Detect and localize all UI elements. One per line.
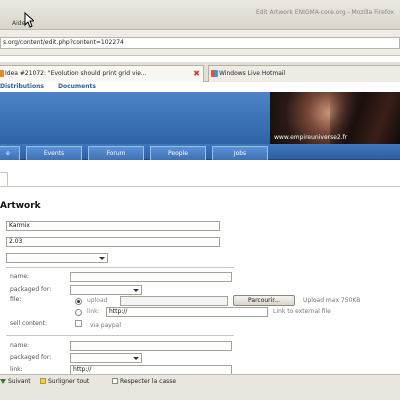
find-bar: Suivant Surligner tout Respecter la cass… bbox=[0, 374, 400, 400]
category-select[interactable] bbox=[6, 253, 108, 263]
address-bar[interactable]: s.org/content/edit.php?content=102274 bbox=[0, 37, 400, 49]
packaged-for-select[interactable] bbox=[70, 285, 142, 295]
close-tab-icon[interactable]: ✖ bbox=[193, 66, 200, 82]
divider bbox=[6, 267, 234, 268]
name-label: name: bbox=[10, 342, 30, 349]
link-external-note: Link to external file bbox=[273, 308, 331, 315]
paypal-checkbox[interactable] bbox=[75, 320, 82, 327]
banner-credit[interactable]: www.empireuniverse2.fr bbox=[274, 134, 347, 141]
packaged-label: packaged for: bbox=[10, 354, 52, 361]
site-banner: www.empireuniverse2.fr bbox=[0, 92, 400, 144]
highlighter-icon bbox=[40, 378, 46, 384]
tab-label: Windows Live Hotmail bbox=[219, 70, 286, 77]
site-subnav: Distributions Documents bbox=[0, 82, 400, 92]
title-input[interactable]: Karmix bbox=[6, 221, 220, 231]
chevron-down-icon bbox=[133, 289, 139, 292]
upload-file-path[interactable] bbox=[120, 296, 228, 306]
checkbox-icon bbox=[112, 378, 118, 384]
divider bbox=[0, 186, 400, 187]
divider bbox=[6, 335, 234, 336]
favicon-icon bbox=[0, 70, 4, 77]
chevron-down-icon bbox=[99, 257, 105, 260]
name-label: name: bbox=[10, 273, 30, 280]
nav-tab-jobs[interactable]: Jobs bbox=[212, 146, 268, 160]
version-input[interactable]: 2.03 bbox=[6, 237, 220, 247]
navigation-toolbar: s.org/content/edit.php?content=102274 bbox=[0, 30, 400, 56]
sell-content-label: sell content: bbox=[10, 320, 48, 327]
link-radio[interactable] bbox=[75, 309, 82, 316]
find-next-button[interactable]: Suivant bbox=[0, 378, 31, 385]
window-title: Edit Artwork ENIGMA-core.org - Mozilla F… bbox=[255, 9, 394, 16]
nav-tab-events[interactable]: Events bbox=[26, 146, 82, 160]
page-title: Artwork bbox=[0, 201, 41, 211]
chevron-down-icon bbox=[133, 357, 139, 360]
browse-button[interactable]: Parcourir... bbox=[233, 295, 295, 306]
arrow-down-icon bbox=[0, 379, 6, 384]
file-label: file: bbox=[10, 296, 22, 303]
upload-radio[interactable] bbox=[75, 298, 82, 305]
nav-tab-people[interactable]: People bbox=[150, 146, 206, 160]
browser-tab-strip: Idea #21072: "Evolution should print gri… bbox=[0, 62, 400, 82]
paypal-label: via paypal bbox=[90, 322, 121, 329]
window-titlebar: Edit Artwork ENIGMA-core.org - Mozilla F… bbox=[0, 0, 400, 30]
highlight-all-button[interactable]: Surligner tout bbox=[40, 378, 89, 385]
browser-tab-idea[interactable]: Idea #21072: "Evolution should print gri… bbox=[0, 65, 204, 82]
link-url-input[interactable]: http:// bbox=[106, 307, 268, 317]
packaged-for-select-2[interactable] bbox=[70, 353, 142, 363]
nav-link-documents[interactable]: Documents bbox=[58, 83, 96, 90]
file-name-input-2[interactable] bbox=[70, 341, 232, 351]
subtab-edge[interactable] bbox=[0, 172, 8, 186]
nav-link-distributions[interactable]: Distributions bbox=[0, 83, 44, 90]
tab-label: Idea #21072: "Evolution should print gri… bbox=[5, 70, 147, 77]
nav-tab-forum[interactable]: Forum bbox=[88, 146, 144, 160]
nav-tab-home[interactable]: e bbox=[0, 146, 20, 160]
upload-label: upload bbox=[87, 297, 108, 304]
main-nav: e Events Forum People Jobs bbox=[0, 144, 400, 160]
mouse-cursor-icon bbox=[24, 12, 34, 28]
browser-tab-hotmail[interactable]: Windows Live Hotmail bbox=[208, 65, 400, 82]
file-name-input[interactable] bbox=[70, 272, 232, 282]
upload-max-note: Upload max 750KB bbox=[303, 297, 361, 304]
link-label: link: bbox=[10, 366, 23, 373]
match-case-toggle[interactable]: Respecter la casse bbox=[112, 378, 176, 385]
packaged-label: packaged for: bbox=[10, 286, 52, 293]
link-label: link: bbox=[87, 308, 100, 315]
windows-live-icon bbox=[211, 70, 218, 77]
